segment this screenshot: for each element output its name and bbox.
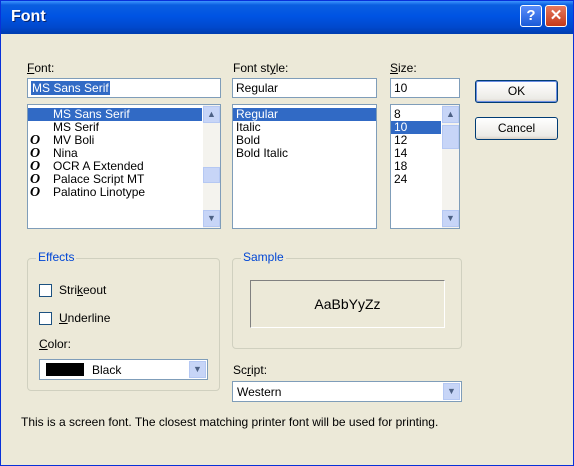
font-style-list[interactable]: Regular Italic Bold Bold Italic: [232, 104, 377, 229]
chevron-down-icon[interactable]: ▼: [443, 383, 460, 400]
help-icon: ?: [526, 7, 536, 24]
font-list-scrollbar[interactable]: ▲ ▼: [203, 105, 220, 228]
sample-preview: AaBbYyZz: [250, 280, 445, 328]
font-name: MS Sans Serif: [53, 107, 130, 121]
footer-note: This is a screen font. The closest match…: [21, 415, 439, 429]
font-name: MS Serif: [53, 120, 100, 134]
ok-button[interactable]: OK: [475, 80, 558, 103]
font-list[interactable]: MS Sans Serif MS Serif O MV Boli O Nina O OCR A…: [27, 104, 221, 229]
scroll-up-icon[interactable]: ▲: [442, 106, 459, 123]
color-swatch: [46, 363, 84, 376]
font-style-input[interactable]: Regular: [232, 78, 377, 98]
font-name-input[interactable]: MS Sans Serif: [27, 78, 221, 98]
scroll-thumb[interactable]: [203, 167, 220, 183]
scroll-thumb[interactable]: [442, 125, 459, 149]
font-name: OCR A Extended: [53, 159, 144, 173]
font-name: Palace Script MT: [53, 172, 145, 186]
scroll-down-icon[interactable]: ▼: [203, 210, 220, 227]
font-name: Palatino Linotype: [53, 185, 146, 199]
size-input[interactable]: 10: [390, 78, 460, 98]
cancel-button[interactable]: Cancel: [475, 117, 558, 140]
opentype-icon: O: [30, 185, 41, 200]
font-dialog: Font ? ✕ Font: MS Sans Serif MS Sans Ser…: [0, 0, 574, 466]
script-value: Western: [237, 385, 282, 399]
help-button[interactable]: ?: [520, 5, 542, 27]
script-label: Script:: [233, 363, 268, 377]
font-style-item[interactable]: Bold Italic: [233, 147, 376, 160]
size-list-scrollbar[interactable]: ▲ ▼: [442, 105, 459, 228]
strikeout-checkbox[interactable]: [39, 284, 52, 297]
font-label: Font:: [27, 61, 55, 75]
underline-label[interactable]: Underline: [59, 311, 110, 325]
sample-title: Sample: [241, 250, 286, 264]
size-label: Size:: [390, 61, 417, 75]
color-value: Black: [92, 363, 122, 377]
color-select[interactable]: Black ▼: [39, 359, 208, 380]
size-list[interactable]: 8 10 12 14 18 24 ▲ ▼: [390, 104, 460, 229]
font-list-item[interactable]: O Palatino Linotype: [28, 185, 202, 200]
effects-title: Effects: [36, 250, 77, 264]
size-item[interactable]: 24: [391, 173, 441, 186]
font-name: Nina: [53, 146, 78, 160]
scroll-down-icon[interactable]: ▼: [442, 210, 459, 227]
strikeout-label[interactable]: Strikeout: [59, 283, 106, 297]
font-name: MV Boli: [53, 133, 95, 147]
underline-checkbox[interactable]: [39, 312, 52, 325]
color-label: Color:: [39, 337, 72, 351]
close-icon: ✕: [549, 7, 563, 24]
window-title: Font: [11, 8, 46, 25]
font-style-label: Font style:: [233, 61, 289, 75]
close-button[interactable]: ✕: [545, 5, 567, 27]
scroll-up-icon[interactable]: ▲: [203, 106, 220, 123]
title-bar[interactable]: Font ? ✕: [1, 1, 573, 34]
chevron-down-icon[interactable]: ▼: [189, 361, 206, 378]
script-select[interactable]: Western ▼: [232, 381, 462, 402]
